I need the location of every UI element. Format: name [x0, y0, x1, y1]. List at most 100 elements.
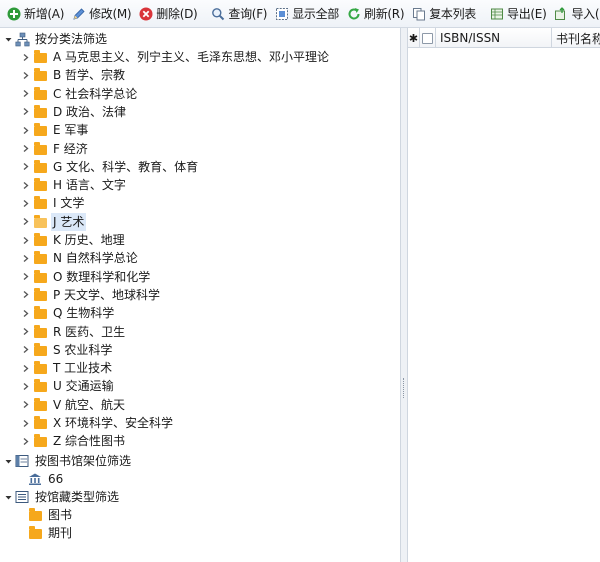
tree-item-label: B 哲学、宗教 [53, 68, 126, 83]
chevron-right-icon[interactable] [20, 48, 32, 66]
tree-item-category[interactable]: O 数理科学和化学 [20, 268, 152, 286]
tree-item-category[interactable]: A 马克思主义、列宁主义、毛泽东思想、邓小平理论 [20, 48, 331, 66]
chevron-right-icon[interactable] [20, 121, 32, 139]
tree-item-label: E 军事 [53, 123, 89, 138]
tree-item-category[interactable]: T 工业技术 [20, 359, 114, 377]
tree-item-category[interactable]: C 社会科学总论 [20, 85, 139, 103]
tree-item-shelf-66[interactable]: 66 [27, 470, 65, 488]
delete-button[interactable]: 删除(D) [135, 3, 200, 25]
chevron-right-icon[interactable] [20, 194, 32, 212]
copy-list-button[interactable]: 复本列表 [408, 3, 479, 25]
folder-icon [32, 67, 48, 83]
chevron-right-icon[interactable] [20, 396, 32, 414]
tree-item-category[interactable]: K 历史、地理 [20, 231, 127, 249]
folder-icon [32, 324, 48, 340]
folder-icon [32, 159, 48, 175]
folder-open-icon [32, 214, 48, 230]
tree-root-classification[interactable]: 按分类法筛选 [2, 30, 109, 48]
tree-item-category[interactable]: G 文化、科学、教育、体育 [20, 158, 200, 176]
chevron-right-icon[interactable] [20, 66, 32, 84]
import-button[interactable]: 导入(I) [550, 3, 600, 25]
folder-icon [32, 104, 48, 120]
chevron-right-icon[interactable] [20, 304, 32, 322]
chevron-right-icon[interactable] [20, 268, 32, 286]
chevron-right-icon[interactable] [20, 213, 32, 231]
column-header-isbn[interactable]: ISBN/ISSN [436, 28, 552, 48]
chevron-right-icon[interactable] [20, 140, 32, 158]
tree-item-label: A 马克思主义、列宁主义、毛泽东思想、邓小平理论 [53, 50, 330, 64]
panel-splitter[interactable] [400, 28, 408, 562]
collapse-icon[interactable] [2, 30, 14, 48]
tree-item-category[interactable]: S 农业科学 [20, 341, 114, 359]
tree-item-category[interactable]: N 自然科学总论 [20, 249, 140, 267]
collapse-icon[interactable] [2, 488, 14, 506]
row-marker-header: ✱ [408, 28, 420, 48]
tree-item-category[interactable]: D 政治、法律 [20, 103, 128, 121]
chevron-right-icon[interactable] [20, 286, 32, 304]
tree-item-label: Q 生物科学 [53, 306, 115, 321]
search-icon [210, 6, 225, 21]
tree-item-label: H 语言、文字 [53, 178, 126, 193]
show-all-button[interactable]: 显示全部 [271, 3, 342, 25]
chevron-right-icon[interactable] [20, 231, 32, 249]
chevron-right-icon[interactable] [20, 377, 32, 395]
export-button[interactable]: 导出(E) [486, 3, 549, 25]
tree-item-category[interactable]: V 航空、航天 [20, 396, 127, 414]
tree-item-category[interactable]: F 经济 [20, 140, 90, 158]
tree-item-label: N 自然科学总论 [53, 251, 138, 266]
chevron-right-icon[interactable] [20, 103, 32, 121]
tree-item-category[interactable]: X 环境科学、安全科学 [20, 414, 175, 432]
tree-item-category[interactable]: J 艺术 [20, 212, 87, 231]
chevron-right-icon[interactable] [20, 359, 32, 377]
checkbox-icon[interactable] [422, 32, 433, 44]
tree-item-category[interactable]: R 医药、卫生 [20, 323, 127, 341]
library-icon [27, 471, 43, 487]
toolbar: 新增(A) 修改(M) 删除(D) 查询(F) 显示全部 刷新(R) 复本列表 … [0, 0, 600, 28]
tree-item-category[interactable]: Z 综合性图书 [20, 432, 127, 450]
tree-item-category[interactable]: E 军事 [20, 121, 90, 139]
tree-item-label: 期刊 [48, 526, 73, 540]
splitter-grip-icon[interactable] [403, 378, 405, 398]
tree-item-category[interactable]: P 天文学、地球科学 [20, 286, 162, 304]
tree-root-shelf[interactable]: 按图书馆架位筛选 [2, 452, 133, 470]
tree-item-category[interactable]: H 语言、文字 [20, 176, 128, 194]
tree-item-journals[interactable]: 期刊 [27, 524, 74, 542]
edit-button[interactable]: 修改(M) [68, 3, 134, 25]
add-button[interactable]: 新增(A) [3, 3, 67, 25]
chevron-right-icon[interactable] [20, 176, 32, 194]
tree-item-label: Z 综合性图书 [53, 434, 126, 449]
hierarchy-icon [14, 31, 30, 47]
import-button-label: 导入(I) [571, 7, 600, 21]
query-button[interactable]: 查询(F) [207, 3, 270, 25]
folder-icon [32, 122, 48, 138]
chevron-right-icon[interactable] [20, 414, 32, 432]
chevron-right-icon[interactable] [20, 85, 32, 103]
tree-item-label: O 数理科学和化学 [53, 269, 151, 284]
collapse-icon[interactable] [2, 452, 14, 470]
tree-item-category[interactable]: U 交通运输 [20, 377, 116, 395]
show-all-button-label: 显示全部 [292, 7, 339, 21]
grid-header: ✱ ISBN/ISSN 书刊名称 [408, 28, 600, 48]
refresh-button[interactable]: 刷新(R) [343, 3, 407, 25]
refresh-button-label: 刷新(R) [364, 7, 405, 21]
folder-icon [32, 287, 48, 303]
tree-item-category[interactable]: B 哲学、宗教 [20, 66, 127, 84]
tree-root-collection-type[interactable]: 按馆藏类型筛选 [2, 488, 121, 506]
tree-item-label: C 社会科学总论 [53, 86, 138, 101]
column-header-title[interactable]: 书刊名称 [552, 28, 600, 48]
tree-item-category[interactable]: I 文学 [20, 194, 86, 212]
chevron-right-icon[interactable] [20, 341, 32, 359]
tree-item-category[interactable]: Q 生物科学 [20, 304, 116, 322]
select-all-checkbox[interactable] [420, 28, 436, 48]
folder-icon [32, 141, 48, 157]
chevron-right-icon[interactable] [20, 249, 32, 267]
tree-item-books[interactable]: 图书 [27, 506, 74, 524]
chevron-right-icon[interactable] [20, 323, 32, 341]
chevron-right-icon[interactable] [20, 158, 32, 176]
tree-item-label: P 天文学、地球科学 [53, 287, 161, 302]
delete-button-label: 删除(D) [156, 7, 198, 21]
chevron-right-icon[interactable] [20, 432, 32, 450]
edit-button-label: 修改(M) [89, 7, 132, 21]
export-button-label: 导出(E) [507, 7, 547, 21]
folder-icon [27, 507, 43, 523]
